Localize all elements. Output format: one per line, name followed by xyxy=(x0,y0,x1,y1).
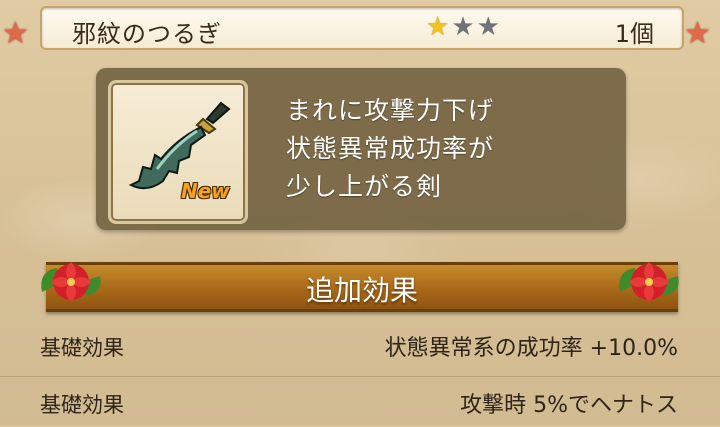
star-empty-icon: ★ xyxy=(476,12,500,42)
starfish-icon: ★ xyxy=(684,16,711,51)
effect-value: 攻撃時 5%でヘナトス xyxy=(460,393,678,418)
description-line: 状態異常成功率が xyxy=(286,134,495,163)
description-line: 少し上がる剣 xyxy=(286,172,443,201)
shell-decoration-icon: ★ xyxy=(2,16,36,51)
effect-label: 基礎効果 xyxy=(40,336,124,360)
shell-decoration-icon: ★ xyxy=(684,16,718,51)
item-quantity: 1個 xyxy=(614,20,654,48)
rarity-stars: ★ ★ ★ xyxy=(426,14,500,40)
star-filled-icon: ★ xyxy=(426,12,450,42)
hibiscus-flower-icon xyxy=(619,262,679,302)
item-icon-frame: New xyxy=(108,80,248,224)
effect-row: 基礎効果 攻撃時 5%でヘナトス xyxy=(0,376,720,427)
star-empty-icon: ★ xyxy=(451,12,475,42)
starfish-icon: ★ xyxy=(2,16,29,51)
effect-label: 基礎効果 xyxy=(40,393,124,417)
hibiscus-flower-icon xyxy=(41,262,101,302)
item-title-bar: 邪紋のつるぎ ★ ★ ★ 1個 xyxy=(40,6,684,50)
description-line: まれに攻撃力下げ xyxy=(286,96,495,125)
section-banner: 追加効果 xyxy=(46,262,678,312)
section-title: 追加効果 xyxy=(305,274,418,307)
item-name: 邪紋のつるぎ xyxy=(72,20,222,48)
item-description: まれに攻撃力下げ 状態異常成功率が 少し上がる剣 xyxy=(286,92,606,206)
effect-row: 基礎効果 状態異常系の成功率 +10.0% xyxy=(0,320,720,370)
item-detail-panel: New まれに攻撃力下げ 状態異常成功率が 少し上がる剣 xyxy=(96,68,626,230)
effect-value: 状態異常系の成功率 +10.0% xyxy=(384,336,678,361)
new-badge: New xyxy=(181,179,230,203)
